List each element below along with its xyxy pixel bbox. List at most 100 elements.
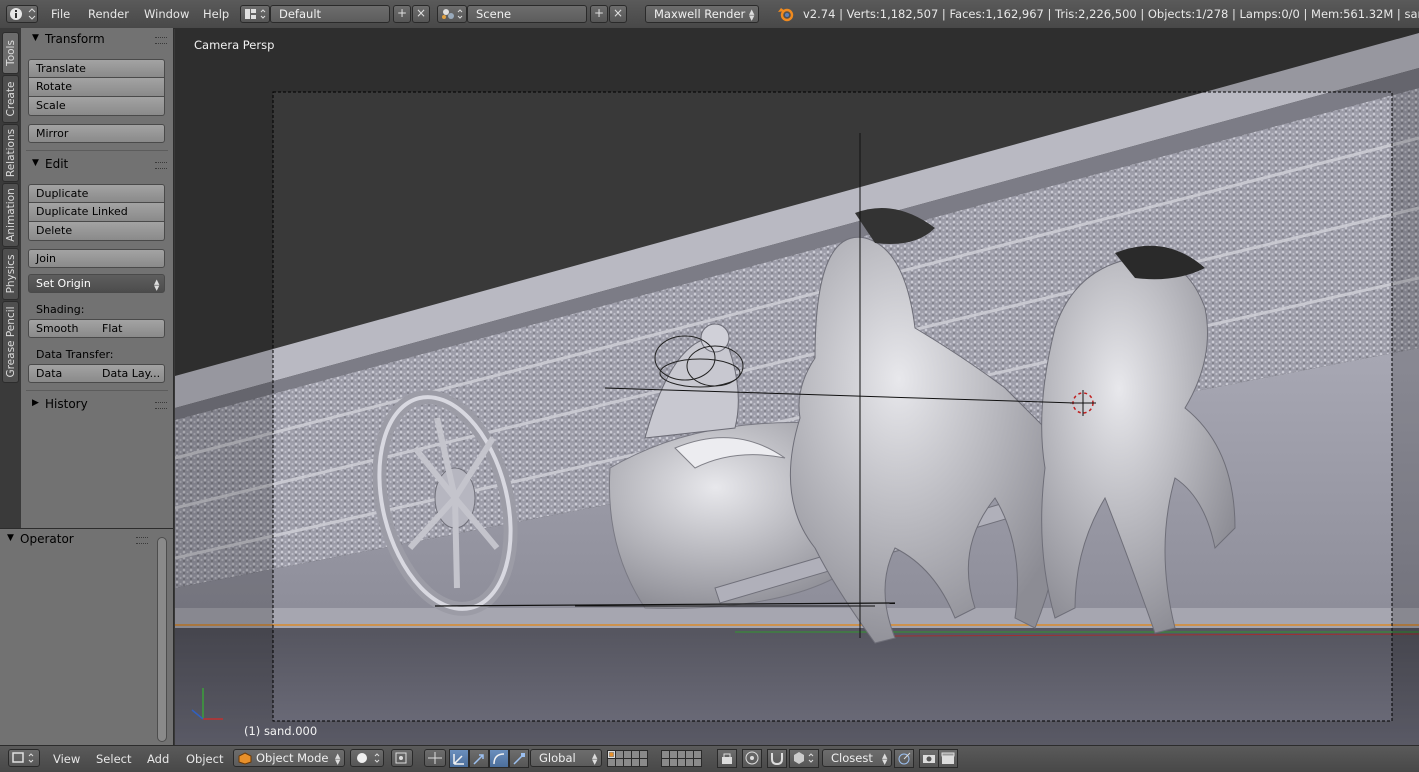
set-origin-menu[interactable]: Set Origin ▲ ▼	[28, 274, 165, 293]
tab-grease-pencil[interactable]: Grease Pencil	[2, 301, 19, 383]
menu-render[interactable]: Render	[88, 7, 129, 21]
translate-manipulator-toggle[interactable]	[469, 749, 489, 768]
menu-view[interactable]: View	[53, 752, 80, 766]
plus-icon: +	[396, 6, 408, 20]
lock-layers-toggle[interactable]	[717, 749, 737, 768]
snap-toggle[interactable]	[767, 749, 787, 768]
menu-object[interactable]: Object	[186, 752, 223, 766]
plus-icon: +	[593, 6, 605, 20]
scale-icon	[513, 753, 525, 765]
delete-layout-button[interactable]: ×	[412, 5, 430, 23]
render-engine-select[interactable]: Maxwell Render ▲ ▼	[645, 5, 759, 23]
rotate-manipulator-toggle[interactable]	[489, 749, 509, 768]
scene-icon	[442, 9, 463, 19]
scene-layers-group-1[interactable]	[607, 750, 657, 768]
snap-align-icon	[898, 752, 911, 765]
menu-select[interactable]: Select	[96, 752, 131, 766]
chevron-updown-icon: ▲ ▼	[749, 8, 755, 22]
add-layout-button[interactable]: +	[393, 5, 411, 23]
info-icon	[10, 8, 36, 20]
menu-add[interactable]: Add	[147, 752, 169, 766]
manipulator-icon	[453, 754, 464, 765]
scene-stats: v2.74 | Verts:1,182,507 | Faces:1,162,96…	[803, 7, 1419, 21]
tool-shelf: ▼ Transform Translate Rotate Scale Mirro…	[21, 28, 174, 528]
proportional-edit-toggle[interactable]	[742, 749, 762, 768]
menu-window[interactable]: Window	[144, 7, 189, 21]
snap-target-select[interactable]: Closest ▲ ▼	[822, 749, 892, 767]
object-mode-icon	[238, 752, 252, 765]
translate-button[interactable]: Translate	[28, 59, 165, 78]
data-transfer-button[interactable]: Data	[28, 364, 96, 383]
tab-animation[interactable]: Animation	[2, 183, 19, 247]
opengl-render-animation-button[interactable]	[938, 749, 958, 768]
operator-panel-header[interactable]: ▼ Operator	[2, 531, 148, 549]
menu-help[interactable]: Help	[203, 7, 229, 21]
pivot-point-select[interactable]	[391, 749, 413, 767]
rotate-icon	[493, 753, 505, 765]
pivot-icon	[395, 752, 407, 764]
magnet-icon	[771, 753, 783, 766]
viewport-view-label: Camera Persp	[194, 38, 275, 52]
delete-button[interactable]: Delete	[28, 222, 165, 241]
data-layout-transfer-button[interactable]: Data Lay...	[95, 364, 165, 383]
shade-flat-button[interactable]: Flat	[95, 319, 165, 338]
duplicate-linked-button[interactable]: Duplicate Linked	[28, 203, 165, 222]
3d-viewport[interactable]	[175, 28, 1419, 745]
drag-grip-icon[interactable]	[155, 402, 167, 409]
snap-element-select[interactable]	[789, 749, 819, 768]
shade-smooth-button[interactable]: Smooth	[28, 319, 96, 338]
disclosure-open-icon: ▼	[32, 33, 39, 43]
layer-lock-icon	[722, 753, 732, 764]
tab-relations[interactable]: Relations	[2, 124, 19, 182]
align-rotation-toggle[interactable]	[894, 749, 914, 768]
close-icon: ×	[415, 6, 427, 20]
scene-layers-group-2[interactable]	[661, 750, 711, 768]
drag-grip-icon[interactable]	[136, 537, 148, 544]
transform-orientation-select[interactable]: Global ▲ ▼	[530, 749, 602, 767]
disclosure-open-icon: ▼	[7, 533, 14, 543]
top-header: File Render Window Help Default + × Scen…	[0, 0, 1419, 29]
scene-name-field[interactable]: Scene	[467, 5, 587, 23]
rotate-button[interactable]: Rotate	[28, 78, 165, 97]
screen-layout-icon	[245, 9, 266, 19]
mode-label: Object Mode	[256, 751, 329, 765]
edit-panel-header[interactable]: ▼ Edit	[27, 156, 167, 174]
drag-grip-icon[interactable]	[155, 37, 167, 44]
clapperboard-icon	[941, 752, 955, 764]
operator-scrollbar[interactable]	[157, 537, 167, 742]
add-scene-button[interactable]: +	[590, 5, 608, 23]
orientation-label: Global	[539, 751, 576, 765]
tab-create[interactable]: Create	[2, 75, 19, 123]
editor-type-button[interactable]	[8, 749, 40, 767]
menu-file[interactable]: File	[51, 7, 70, 21]
layout-name-field[interactable]: Default	[270, 5, 390, 23]
proportional-edit-icon	[745, 751, 759, 765]
3d-view-header: View Select Add Object Object Mode ▲ ▼ Gl…	[0, 745, 1419, 772]
3d-view-icon	[12, 752, 34, 763]
scale-manipulator-toggle[interactable]	[509, 749, 529, 768]
chevron-updown-icon: ▲ ▼	[882, 752, 888, 766]
snap-volume-icon	[794, 752, 814, 764]
interaction-mode-select[interactable]: Object Mode ▲ ▼	[233, 749, 345, 767]
camera-icon	[923, 755, 935, 763]
data-transfer-label: Data Transfer:	[36, 348, 114, 361]
editor-type-button[interactable]	[6, 5, 38, 23]
tab-tools[interactable]: Tools	[2, 32, 19, 74]
join-button[interactable]: Join	[28, 249, 165, 268]
history-panel-header[interactable]: ▶ History	[27, 396, 167, 414]
duplicate-button[interactable]: Duplicate	[28, 184, 165, 203]
pivot-center-toggle[interactable]	[424, 749, 446, 767]
opengl-render-button[interactable]	[919, 749, 939, 768]
panel-divider	[26, 150, 168, 151]
layout-browse-button[interactable]	[240, 5, 270, 23]
delete-scene-button[interactable]: ×	[609, 5, 627, 23]
mirror-button[interactable]: Mirror	[28, 124, 165, 143]
tab-physics[interactable]: Physics	[2, 248, 19, 300]
scale-button[interactable]: Scale	[28, 97, 165, 116]
manipulator-toggle[interactable]	[449, 749, 469, 768]
scene-browse-button[interactable]	[437, 5, 467, 23]
viewport-shading-select[interactable]	[350, 749, 384, 767]
panel-divider	[26, 390, 168, 391]
drag-grip-icon[interactable]	[155, 162, 167, 169]
transform-panel-header[interactable]: ▼ Transform	[27, 31, 167, 49]
